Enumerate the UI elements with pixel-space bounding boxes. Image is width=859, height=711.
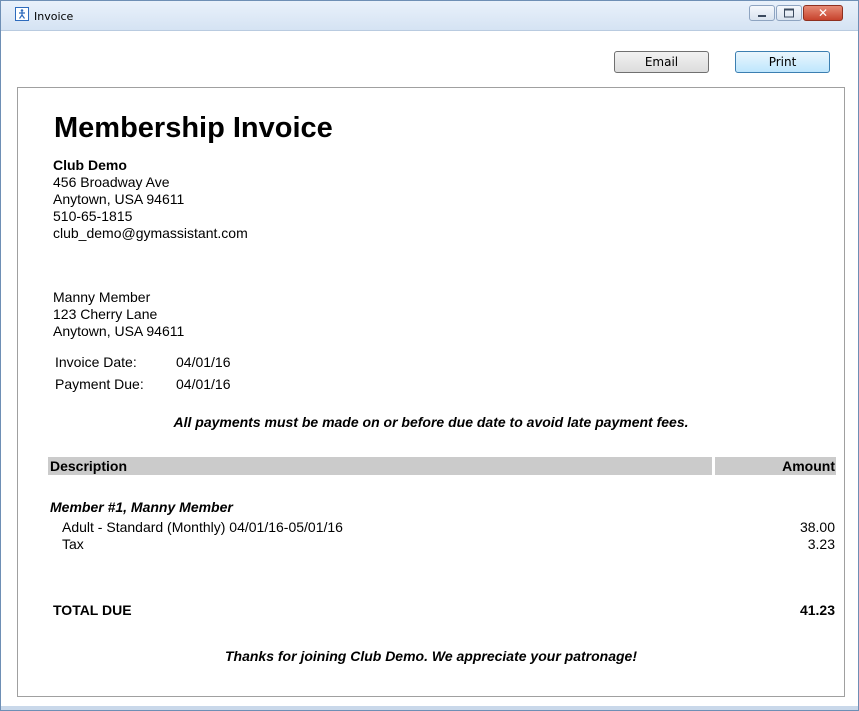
close-icon: ✕ [817,6,829,20]
maximize-icon [784,8,794,18]
member-address-block: Manny Member 123 Cherry Lane Anytown, US… [53,289,184,340]
invoice-document: Membership Invoice Club Demo 456 Broadwa… [17,87,845,697]
email-button[interactable]: Email [614,51,709,73]
club-address-block: Club Demo 456 Broadway Ave Anytown, USA … [53,157,248,242]
close-button[interactable]: ✕ [803,5,843,21]
member-address-line1: 123 Cherry Lane [53,306,158,322]
member-name: Manny Member [53,289,151,305]
description-header: Description [48,457,712,475]
app-icon [15,7,29,21]
line-item: Tax 3.23 [62,536,835,552]
window-title: Invoice [34,10,74,23]
total-row: TOTAL DUE 41.23 [53,602,835,618]
invoice-date-label: Invoice Date: [55,354,137,370]
table-header: Description Amount [48,457,836,475]
invoice-date-value: 04/01/16 [176,354,231,370]
member-address-line2: Anytown, USA 94611 [53,323,185,339]
minimize-button[interactable] [749,5,775,21]
club-address-line1: 456 Broadway Ave [53,174,170,190]
invoice-date-row: Invoice Date: 04/01/16 [55,354,231,376]
amount-header: Amount [715,457,836,475]
title-bar[interactable]: Invoice ✕ [1,1,858,31]
total-label: TOTAL DUE [53,602,132,618]
thanks-message: Thanks for joining Club Demo. We appreci… [224,648,637,664]
payment-notice: All payments must be made on or before d… [173,414,689,430]
window-bottom-border [1,706,858,710]
line-item-description: Adult - Standard (Monthly) 04/01/16-05/0… [62,519,343,535]
minimize-icon [758,15,766,17]
payment-due-value: 04/01/16 [176,376,231,392]
payment-due-row: Payment Due: 04/01/16 [55,376,231,398]
print-button[interactable]: Print [735,51,830,73]
invoice-dates: Invoice Date: 04/01/16 Payment Due: 04/0… [55,354,231,398]
club-address-line2: Anytown, USA 94611 [53,191,185,207]
invoice-title: Membership Invoice [54,112,333,144]
line-item-description: Tax [62,536,84,552]
line-item-amount: 3.23 [807,536,835,552]
payment-due-label: Payment Due: [55,376,144,392]
total-amount: 41.23 [799,602,835,618]
line-item-amount: 38.00 [799,519,835,535]
club-name: Club Demo [53,157,127,173]
maximize-button[interactable] [776,5,802,21]
club-email: club_demo@gymassistant.com [53,225,248,241]
line-item: Adult - Standard (Monthly) 04/01/16-05/0… [62,519,835,535]
member-heading: Member #1, Manny Member [50,499,233,515]
invoice-window: Invoice ✕ Email Print Membership Invoice… [0,0,859,711]
club-phone: 510-65-1815 [53,208,133,224]
window-controls: ✕ [749,5,843,21]
